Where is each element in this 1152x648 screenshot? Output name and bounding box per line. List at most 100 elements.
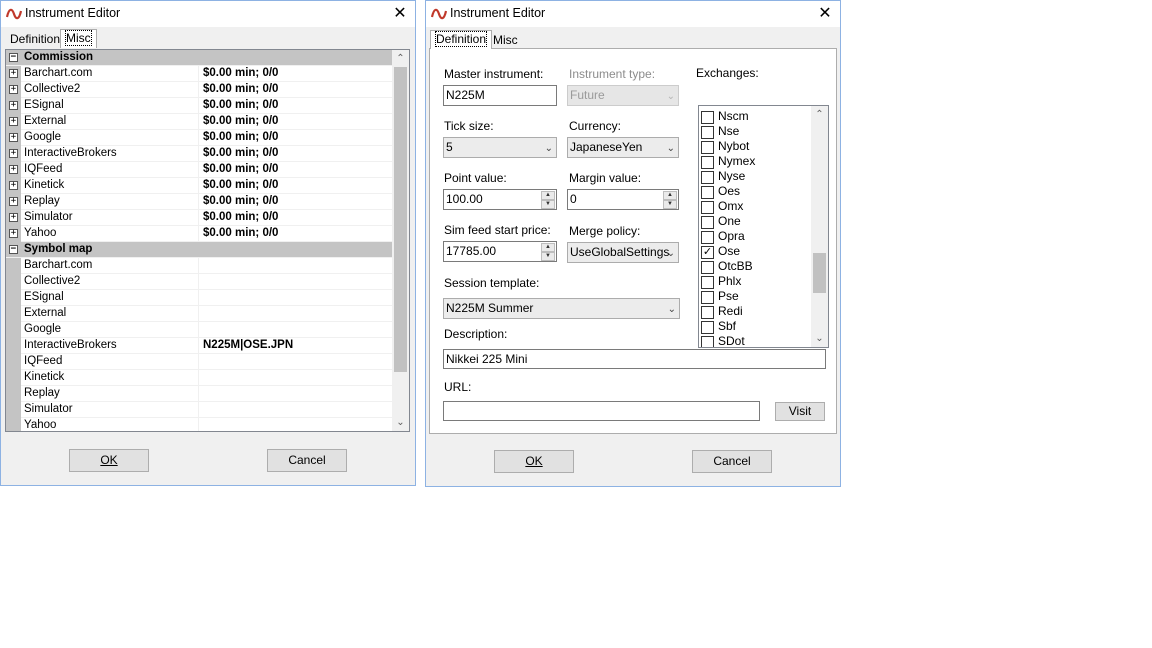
- tab-definition[interactable]: Definition: [5, 31, 66, 48]
- tab-definition[interactable]: Definition: [430, 30, 493, 49]
- property-row[interactable]: + Replay $0.00 min; 0/0: [6, 194, 393, 210]
- checkbox[interactable]: [701, 336, 714, 347]
- cancel-button[interactable]: Cancel: [267, 449, 347, 472]
- scroll-up-icon[interactable]: ⌃: [392, 50, 409, 67]
- master-instrument-field[interactable]: N225M: [443, 85, 557, 106]
- scroll-down-icon[interactable]: ⌄: [392, 414, 409, 431]
- property-value[interactable]: [203, 258, 393, 274]
- checkbox[interactable]: ✓: [701, 246, 714, 259]
- property-value[interactable]: $0.00 min; 0/0: [203, 146, 393, 162]
- spin-down-icon[interactable]: ▼: [663, 200, 677, 209]
- collapse-icon[interactable]: −: [9, 245, 18, 254]
- spin-down-icon[interactable]: ▼: [541, 252, 555, 261]
- exchanges-scrollbar[interactable]: ⌃ ⌄: [811, 106, 828, 347]
- property-row[interactable]: Barchart.com: [6, 258, 393, 274]
- description-field[interactable]: Nikkei 225 Mini: [443, 349, 826, 369]
- property-row[interactable]: + Collective2 $0.00 min; 0/0: [6, 82, 393, 98]
- property-row[interactable]: + External $0.00 min; 0/0: [6, 114, 393, 130]
- property-grid[interactable]: − Commission + Barchart.com $0.00 min; 0/0 + C…: [5, 49, 410, 432]
- checkbox[interactable]: [701, 171, 714, 184]
- property-grid-scrollbar[interactable]: ⌃ ⌄: [392, 50, 409, 431]
- property-value[interactable]: [203, 274, 393, 290]
- scroll-up-icon[interactable]: ⌃: [811, 106, 828, 123]
- property-row[interactable]: + ESignal $0.00 min; 0/0: [6, 98, 393, 114]
- checkbox[interactable]: [701, 306, 714, 319]
- checkbox[interactable]: [701, 156, 714, 169]
- cancel-button[interactable]: Cancel: [692, 450, 772, 473]
- property-row[interactable]: + Kinetick $0.00 min; 0/0: [6, 178, 393, 194]
- spin-up-icon[interactable]: ▲: [541, 243, 555, 252]
- property-value[interactable]: [203, 290, 393, 306]
- ok-button[interactable]: OK: [69, 449, 149, 472]
- checkbox[interactable]: [701, 276, 714, 289]
- spin-up-icon[interactable]: ▲: [663, 191, 677, 200]
- checkbox[interactable]: [701, 231, 714, 244]
- checkbox[interactable]: [701, 216, 714, 229]
- tab-misc[interactable]: Misc: [488, 32, 523, 49]
- property-row[interactable]: Collective2: [6, 274, 393, 290]
- spin-up-icon[interactable]: ▲: [541, 191, 555, 200]
- ok-button[interactable]: OK: [494, 450, 574, 473]
- tab-misc[interactable]: Misc: [60, 29, 97, 48]
- expand-icon[interactable]: +: [9, 165, 18, 174]
- url-field[interactable]: [443, 401, 760, 421]
- close-icon[interactable]: ✕: [385, 1, 415, 27]
- property-row[interactable]: + InteractiveBrokers $0.00 min; 0/0: [6, 146, 393, 162]
- property-row[interactable]: Yahoo: [6, 418, 393, 431]
- property-row[interactable]: Simulator: [6, 402, 393, 418]
- property-category[interactable]: − Symbol map: [6, 242, 393, 258]
- expand-icon[interactable]: +: [9, 229, 18, 238]
- property-row[interactable]: InteractiveBrokers N225M|OSE.JPN: [6, 338, 393, 354]
- checkbox[interactable]: [701, 126, 714, 139]
- expand-icon[interactable]: +: [9, 213, 18, 222]
- property-value[interactable]: $0.00 min; 0/0: [203, 178, 393, 194]
- close-icon[interactable]: ✕: [810, 1, 840, 27]
- margin-value-stepper[interactable]: 0 ▲ ▼: [567, 189, 679, 210]
- property-value[interactable]: $0.00 min; 0/0: [203, 130, 393, 146]
- property-row[interactable]: Kinetick: [6, 370, 393, 386]
- property-row[interactable]: + Barchart.com $0.00 min; 0/0: [6, 66, 393, 82]
- expand-icon[interactable]: +: [9, 197, 18, 206]
- checkbox[interactable]: [701, 186, 714, 199]
- property-value[interactable]: N225M|OSE.JPN: [203, 338, 393, 354]
- property-value[interactable]: [203, 354, 393, 370]
- exchanges-list[interactable]: SDot Sbf Redi Pse Phlx OtcBB ✓ Ose Opra One Omx Oes…: [698, 105, 829, 348]
- property-value[interactable]: $0.00 min; 0/0: [203, 82, 393, 98]
- currency-select[interactable]: JapaneseYen ⌄: [567, 137, 679, 158]
- expand-icon[interactable]: +: [9, 149, 18, 158]
- visit-button[interactable]: Visit: [775, 402, 825, 421]
- property-value[interactable]: [203, 418, 393, 431]
- tick-size-select[interactable]: 5 ⌄: [443, 137, 557, 158]
- point-value-stepper[interactable]: 100.00 ▲ ▼: [443, 189, 557, 210]
- property-value[interactable]: $0.00 min; 0/0: [203, 162, 393, 178]
- property-row[interactable]: IQFeed: [6, 354, 393, 370]
- property-row[interactable]: + Simulator $0.00 min; 0/0: [6, 210, 393, 226]
- checkbox[interactable]: [701, 291, 714, 304]
- session-template-select[interactable]: N225M Summer ⌄: [443, 298, 680, 319]
- property-category[interactable]: − Commission: [6, 50, 393, 66]
- spin-down-icon[interactable]: ▼: [541, 200, 555, 209]
- property-row[interactable]: + Google $0.00 min; 0/0: [6, 130, 393, 146]
- property-value[interactable]: [203, 402, 393, 418]
- property-row[interactable]: External: [6, 306, 393, 322]
- checkbox[interactable]: [701, 111, 714, 124]
- title-bar[interactable]: Instrument Editor ✕: [1, 1, 415, 27]
- property-row[interactable]: + IQFeed $0.00 min; 0/0: [6, 162, 393, 178]
- title-bar[interactable]: Instrument Editor ✕: [426, 1, 840, 27]
- collapse-icon[interactable]: −: [9, 53, 18, 62]
- property-row[interactable]: Google: [6, 322, 393, 338]
- property-value[interactable]: $0.00 min; 0/0: [203, 210, 393, 226]
- property-value[interactable]: [203, 386, 393, 402]
- checkbox[interactable]: [701, 261, 714, 274]
- property-value[interactable]: $0.00 min; 0/0: [203, 114, 393, 130]
- expand-icon[interactable]: +: [9, 85, 18, 94]
- expand-icon[interactable]: +: [9, 117, 18, 126]
- property-value[interactable]: $0.00 min; 0/0: [203, 98, 393, 114]
- checkbox[interactable]: [701, 321, 714, 334]
- scrollbar-thumb[interactable]: [394, 67, 407, 372]
- property-row[interactable]: Replay: [6, 386, 393, 402]
- scrollbar-thumb[interactable]: [813, 253, 826, 293]
- property-row[interactable]: ESignal: [6, 290, 393, 306]
- merge-policy-select[interactable]: UseGlobalSettings ⌄: [567, 242, 679, 263]
- property-value[interactable]: [203, 370, 393, 386]
